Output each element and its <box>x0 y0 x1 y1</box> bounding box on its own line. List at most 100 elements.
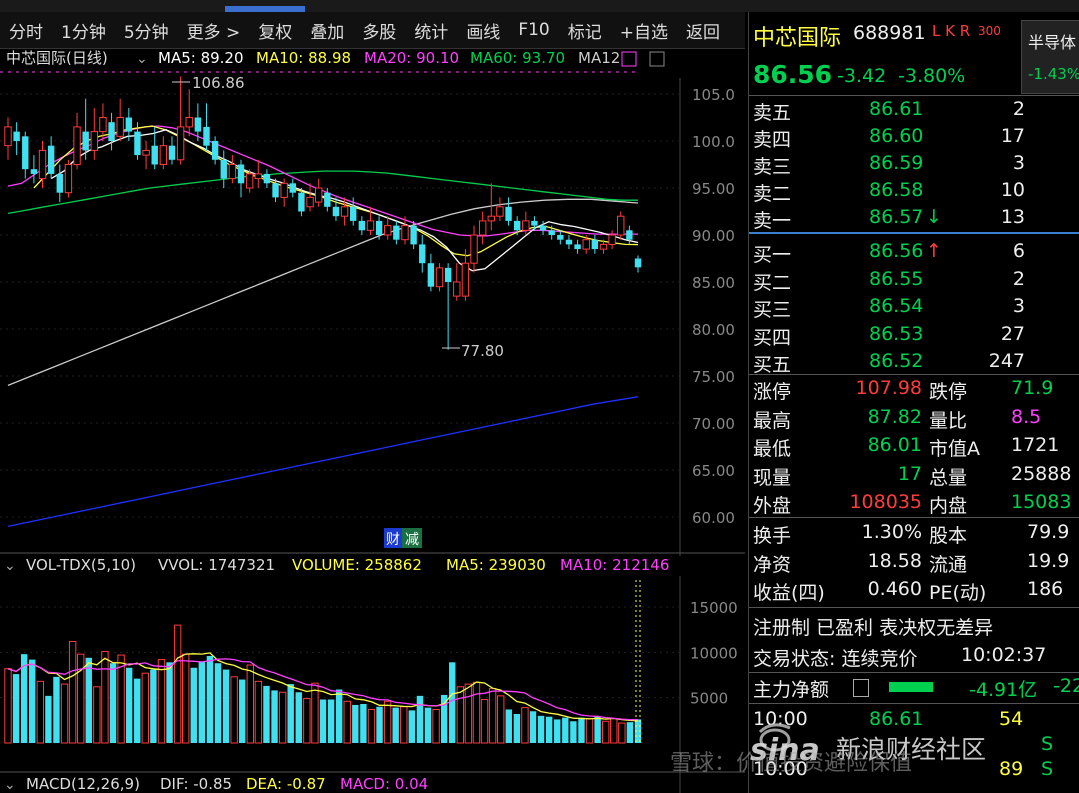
low-label: 77.80 <box>461 342 504 360</box>
toolbar-item-mark[interactable]: 标记 <box>559 18 611 43</box>
stat-label: 跌停 <box>929 381 968 403</box>
top-strip <box>0 0 1079 12</box>
candle-body <box>30 169 38 174</box>
toolbar-item-stats[interactable]: 统计 <box>405 18 457 43</box>
ask-row[interactable]: 卖四 86.60 17 <box>749 125 1079 152</box>
toolbar-item-add-watch[interactable]: +自选 <box>611 18 677 43</box>
candle-body <box>548 230 555 235</box>
candle-body <box>531 220 538 226</box>
volume-bar <box>198 661 206 743</box>
toolbar-item-back[interactable]: 返回 <box>677 18 729 43</box>
candle-body <box>90 131 99 151</box>
toolbar-item-adjust[interactable]: 复权 <box>249 18 301 43</box>
candle-body <box>496 206 504 217</box>
divider <box>749 95 1079 96</box>
high-annotation: 106.86 <box>172 74 245 92</box>
stats-row[interactable]: 现量 17 总量 25888 <box>749 463 1079 490</box>
tick-volume: 89 <box>999 758 1024 780</box>
bid-price: 86.52 <box>869 350 924 372</box>
stats-row[interactable]: 最高 87.82 量比 8.5 <box>749 406 1079 433</box>
high-label: 106.86 <box>192 74 245 92</box>
toolbar-item-more[interactable]: 更多 > <box>178 18 250 43</box>
volume-bar <box>521 707 529 744</box>
candle-body <box>599 243 608 250</box>
bid-row[interactable]: 买一 86.56 ↑ 6 <box>749 240 1079 267</box>
chart-maximize-icon[interactable] <box>649 51 665 67</box>
tick-row[interactable]: S <box>749 733 1079 760</box>
stat-value: 86.01 <box>867 434 922 456</box>
candle-body <box>366 220 375 231</box>
candle-body <box>176 126 185 161</box>
toolbar-item-f10[interactable]: F10 <box>509 20 558 40</box>
tick-price: 86.61 <box>869 708 924 730</box>
stock-code: 688981 <box>853 22 926 44</box>
ask-price: 86.59 <box>869 152 924 174</box>
toolbar-item-5min[interactable]: 5分钟 <box>115 18 178 43</box>
toolbar-item-overlay[interactable]: 叠加 <box>301 18 353 43</box>
vol-toggle-icon[interactable]: ⌄ <box>4 558 16 574</box>
ma250-line <box>7 396 639 528</box>
candle-body <box>47 145 55 174</box>
toolbar-item-multi[interactable]: 多股 <box>353 18 405 43</box>
tick-volume: 54 <box>999 708 1024 730</box>
stat-label: 量比 <box>929 409 968 432</box>
stats2-row[interactable]: 收益(四) 0.460 PE(动) 186 <box>749 578 1079 605</box>
volume-bar <box>570 721 577 743</box>
ask-row[interactable]: 卖三 86.59 3 <box>749 152 1079 179</box>
mainflow-value: -4.91亿 <box>969 679 1038 701</box>
stats2-row[interactable]: 换手 1.30% 股本 79.9 <box>749 521 1079 548</box>
vol-title: VOL-TDX(5,10) <box>26 556 136 574</box>
volume-bar <box>472 681 481 744</box>
candle-body <box>332 206 340 217</box>
toolbar-item-draw[interactable]: 画线 <box>457 18 509 43</box>
stat-value: 0.460 <box>867 578 922 600</box>
volume-bar <box>626 722 634 743</box>
stats-row[interactable]: 最低 86.01 市值A 1721 <box>749 434 1079 461</box>
volume-bar <box>271 690 278 743</box>
event-badge-jian: 减 <box>405 532 419 548</box>
mainflow-bar <box>889 682 933 692</box>
stats2-row[interactable]: 净资 18.58 流通 19.9 <box>749 550 1079 577</box>
volume-bar <box>278 691 287 744</box>
ask-row[interactable]: 卖五 86.61 2 <box>749 98 1079 125</box>
candle-body <box>565 239 573 245</box>
kline-chart[interactable]: 中芯国际(日线) ⌄ MA5: 89.20 MA10: 88.98 MA20: … <box>0 48 745 793</box>
toolbar-item-intraday[interactable]: 分时 <box>0 18 52 43</box>
event-badge[interactable]: 财 减 <box>384 528 422 548</box>
sector-name: 半导体 <box>1028 33 1077 52</box>
tick-row[interactable]: 10:00 86.61 54 <box>749 708 1079 735</box>
price-tick-label: 85.00 <box>692 274 735 292</box>
toolbar-item-1min[interactable]: 1分钟 <box>52 18 115 43</box>
volume-bar <box>166 662 173 743</box>
macd-toggle-icon[interactable]: ⌄ <box>4 777 16 793</box>
candle-body <box>557 235 564 240</box>
price-change: -3.42 <box>837 65 887 87</box>
stats-row[interactable]: 外盘 108035 内盘 15083 <box>749 491 1079 518</box>
volume-bar <box>367 708 376 744</box>
bid-row[interactable]: 买四 86.53 27 <box>749 323 1079 350</box>
bid-row[interactable]: 买五 86.52 247 <box>749 350 1079 377</box>
tick-row[interactable]: 10:00 89 S <box>749 758 1079 785</box>
vol-axis: 15000 10000 5000 <box>690 599 738 708</box>
candle-body <box>522 220 530 231</box>
ask-row[interactable]: 卖二 86.58 10 <box>749 179 1079 206</box>
tick-time: 10:00 <box>753 708 808 730</box>
candle-body <box>574 244 581 250</box>
stat-label: 总量 <box>929 466 968 489</box>
candle-body <box>211 141 219 160</box>
price-change-pct: -3.80% <box>898 65 966 87</box>
candle-body <box>134 131 141 156</box>
legend-toggle-icon[interactable]: ⌄ <box>136 51 148 67</box>
stat-value: 8.5 <box>1011 405 1042 428</box>
volume-bar <box>488 688 497 744</box>
bid-row[interactable]: 买三 86.54 3 <box>749 295 1079 322</box>
bid-row[interactable]: 买二 86.55 2 <box>749 268 1079 295</box>
stat-label: 换手 <box>753 525 792 547</box>
last-price: 86.56 <box>753 60 833 89</box>
candle-body <box>634 258 642 268</box>
mainflow-list-icon[interactable] <box>853 679 869 697</box>
stat-label: 内盘 <box>929 495 968 517</box>
stats-row[interactable]: 涨停 107.98 跌停 71.9 <box>749 377 1079 404</box>
ask-row[interactable]: 卖一 86.57 ↓ 13 <box>749 206 1079 233</box>
legend-close-icon[interactable] <box>621 51 637 67</box>
